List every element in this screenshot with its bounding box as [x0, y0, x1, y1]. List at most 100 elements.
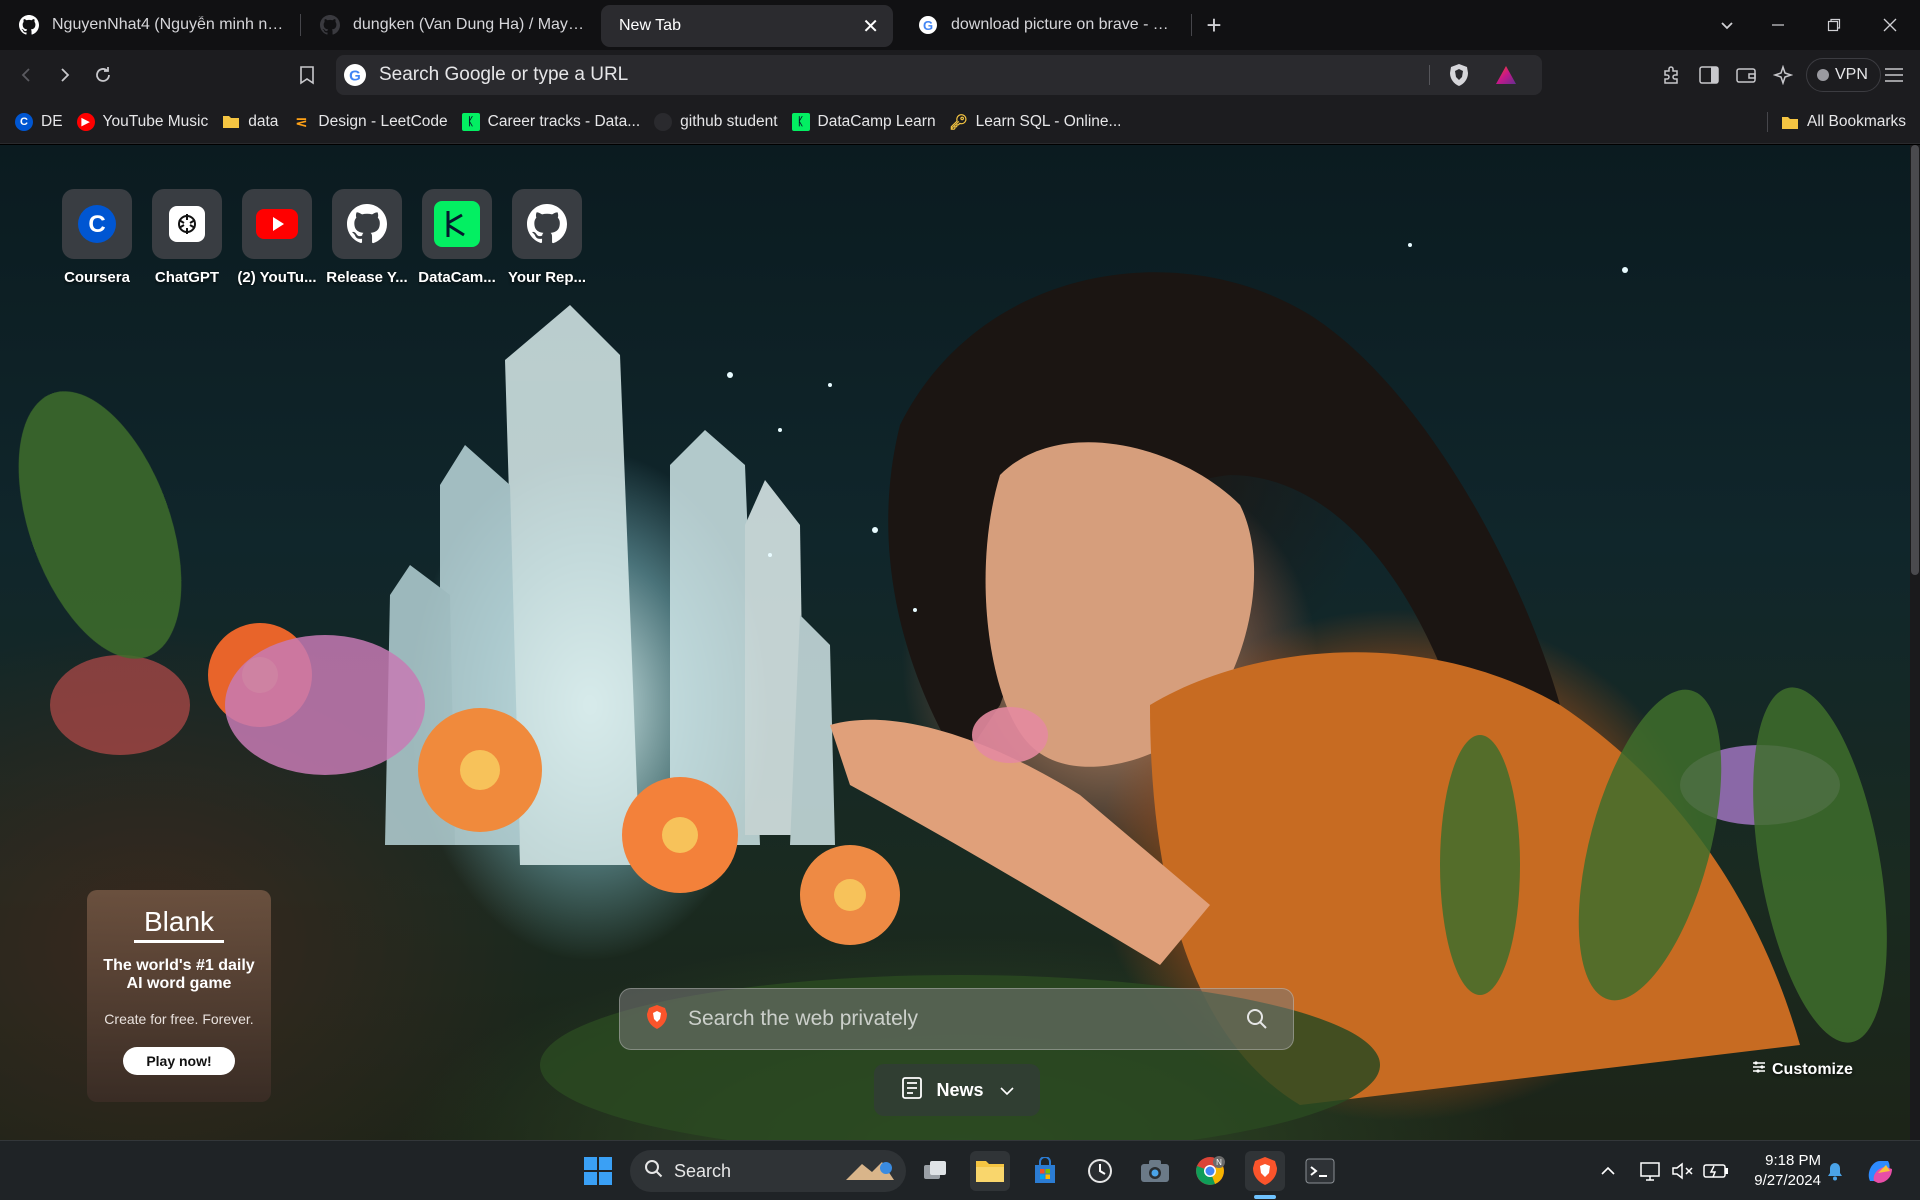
taskbar-search-box[interactable]: Search [630, 1150, 906, 1192]
restore-icon[interactable] [1816, 8, 1852, 42]
top-site-release[interactable]: Release Y... [322, 189, 412, 286]
scrollbar-thumb[interactable] [1911, 145, 1919, 575]
tab-nguyennhat4[interactable]: NguyenNhat4 (Nguyễn minh nhật) [0, 4, 300, 46]
svg-text:C: C [88, 211, 105, 238]
tab-google-search[interactable]: G download picture on brave - Tìm trê [899, 4, 1191, 46]
ad-brand: Blank [143, 906, 215, 937]
bookmarks-bar: C DE ▶ YouTube Music data ⋜ Design - Lee… [0, 100, 1920, 144]
bookmark-icon[interactable] [288, 56, 326, 94]
bookmark-leetcode[interactable]: ⋜ Design - LeetCode [285, 107, 454, 137]
top-site-label: DataCam... [418, 269, 496, 286]
top-site-label: Release Y... [326, 269, 408, 286]
brave-browser-icon[interactable] [1245, 1151, 1285, 1191]
sponsored-card-blank[interactable]: Blank The world's #1 daily AI word game … [87, 890, 271, 1102]
brave-lion-icon [646, 1004, 668, 1035]
system-clock[interactable]: 9:18 PM 9/27/2024 [1745, 1151, 1821, 1191]
bookmark-label: Learn SQL - Online... [975, 112, 1122, 130]
omnibox-divider [1429, 65, 1430, 85]
tab-new-tab[interactable]: New Tab ✕ [601, 5, 893, 47]
network-icon[interactable] [1636, 1151, 1666, 1191]
bookmark-youtube-music[interactable]: ▶ YouTube Music [70, 107, 216, 137]
camera-icon[interactable] [1135, 1151, 1175, 1191]
top-site-datacamp[interactable]: DataCam... [412, 189, 502, 286]
search-icon[interactable] [1245, 1007, 1269, 1036]
copilot-icon[interactable] [1860, 1151, 1900, 1191]
github-icon [512, 189, 582, 259]
task-view-icon[interactable] [915, 1151, 955, 1191]
bookmark-label: github student [680, 112, 778, 130]
coursera-icon: C [15, 112, 33, 131]
close-window-icon[interactable] [1872, 8, 1908, 42]
top-sites-grid: C Coursera ChatGPT (2) YouTu... Release … [52, 189, 592, 286]
windows-start-icon[interactable] [578, 1151, 618, 1191]
microsoft-store-icon[interactable] [1025, 1151, 1065, 1191]
tab-strip: NguyenNhat4 (Nguyễn minh nhật) dungken (… [0, 0, 1920, 50]
news-button[interactable]: News [874, 1064, 1040, 1116]
vpn-status-dot [1817, 69, 1829, 81]
news-label: News [936, 1079, 984, 1100]
top-site-chatgpt[interactable]: ChatGPT [142, 189, 232, 286]
close-tab-icon[interactable]: ✕ [852, 14, 879, 39]
bookmark-de[interactable]: C DE [8, 107, 70, 137]
bookmark-learn-sql[interactable]: 🔑︎ Learn SQL - Online... [943, 107, 1129, 137]
search-input[interactable] [688, 1007, 1228, 1031]
extensions-puzzle-icon[interactable] [1660, 63, 1684, 87]
tab-search-chevron-icon[interactable] [1710, 8, 1744, 42]
brave-shields-icon[interactable] [1448, 63, 1470, 92]
file-explorer-icon[interactable] [970, 1151, 1010, 1191]
bookmark-label: DE [41, 112, 63, 130]
sidebar-toggle-icon[interactable] [1697, 63, 1721, 87]
battery-icon[interactable] [1700, 1151, 1732, 1191]
github-icon [18, 14, 40, 36]
google-icon: G [343, 63, 367, 87]
chrome-icon[interactable]: N [1190, 1151, 1230, 1191]
back-arrow-icon[interactable] [8, 56, 46, 94]
youtube-icon [242, 189, 312, 259]
terminal-icon[interactable] [1300, 1151, 1340, 1191]
brave-search-box[interactable] [619, 988, 1294, 1050]
chevron-up-icon[interactable] [1594, 1151, 1622, 1191]
search-highlight-icon [842, 1156, 898, 1191]
sliders-icon [1752, 1060, 1766, 1079]
bookmark-label: data [248, 112, 279, 130]
volume-muted-icon[interactable] [1668, 1151, 1698, 1191]
svg-text:G: G [349, 68, 361, 85]
ad-tagline: The world's #1 daily AI word game [103, 957, 255, 992]
github-icon [319, 14, 341, 36]
news-icon [900, 1076, 924, 1105]
new-tab-button[interactable]: + [1192, 5, 1236, 45]
notification-bell-icon[interactable] [1820, 1151, 1850, 1191]
tab-title: dungken (Van Dung Ha) / May 2024 [353, 16, 587, 33]
bookmark-folder-data[interactable]: data [215, 107, 285, 137]
reload-icon[interactable] [84, 56, 122, 94]
address-bar[interactable]: G [336, 55, 1542, 95]
brave-rewards-icon[interactable] [1495, 64, 1517, 91]
leo-ai-icon[interactable] [1771, 63, 1795, 87]
top-site-coursera[interactable]: C Coursera [52, 189, 142, 286]
minimize-icon[interactable] [1760, 8, 1796, 42]
wallet-icon[interactable] [1734, 63, 1758, 87]
customize-button[interactable]: Customize [1752, 1060, 1853, 1079]
bookmark-github-student[interactable]: github student [647, 107, 784, 137]
bookmark-datacamp-learn[interactable]: ᛕ DataCamp Learn [785, 107, 943, 137]
github-icon [654, 112, 673, 131]
tab-dungken[interactable]: dungken (Van Dung Ha) / May 2024 [301, 4, 601, 46]
coursera-icon: C [62, 189, 132, 259]
address-input[interactable] [379, 64, 1379, 86]
bookmark-career-tracks[interactable]: ᛕ Career tracks - Data... [455, 107, 647, 137]
forward-arrow-icon[interactable] [45, 56, 83, 94]
play-now-button[interactable]: Play now! [123, 1047, 235, 1075]
vpn-button[interactable]: VPN [1806, 58, 1881, 92]
tab-title: download picture on brave - Tìm trê [951, 16, 1177, 33]
top-site-your-repos[interactable]: Your Rep... [502, 189, 592, 286]
active-app-indicator [1254, 1195, 1276, 1199]
browser-toolbar: G VPN [0, 50, 1920, 100]
all-bookmarks-button[interactable]: All Bookmarks [1774, 107, 1913, 137]
clock-app-icon[interactable] [1080, 1151, 1120, 1191]
menu-hamburger-icon[interactable] [1882, 63, 1906, 87]
datacamp-icon: ᛕ [791, 112, 810, 131]
top-site-label: Coursera [64, 269, 130, 286]
bookmarks-divider [1767, 112, 1768, 132]
top-site-youtube[interactable]: (2) YouTu... [232, 189, 322, 286]
clock-date: 9/27/2024 [1754, 1172, 1821, 1189]
